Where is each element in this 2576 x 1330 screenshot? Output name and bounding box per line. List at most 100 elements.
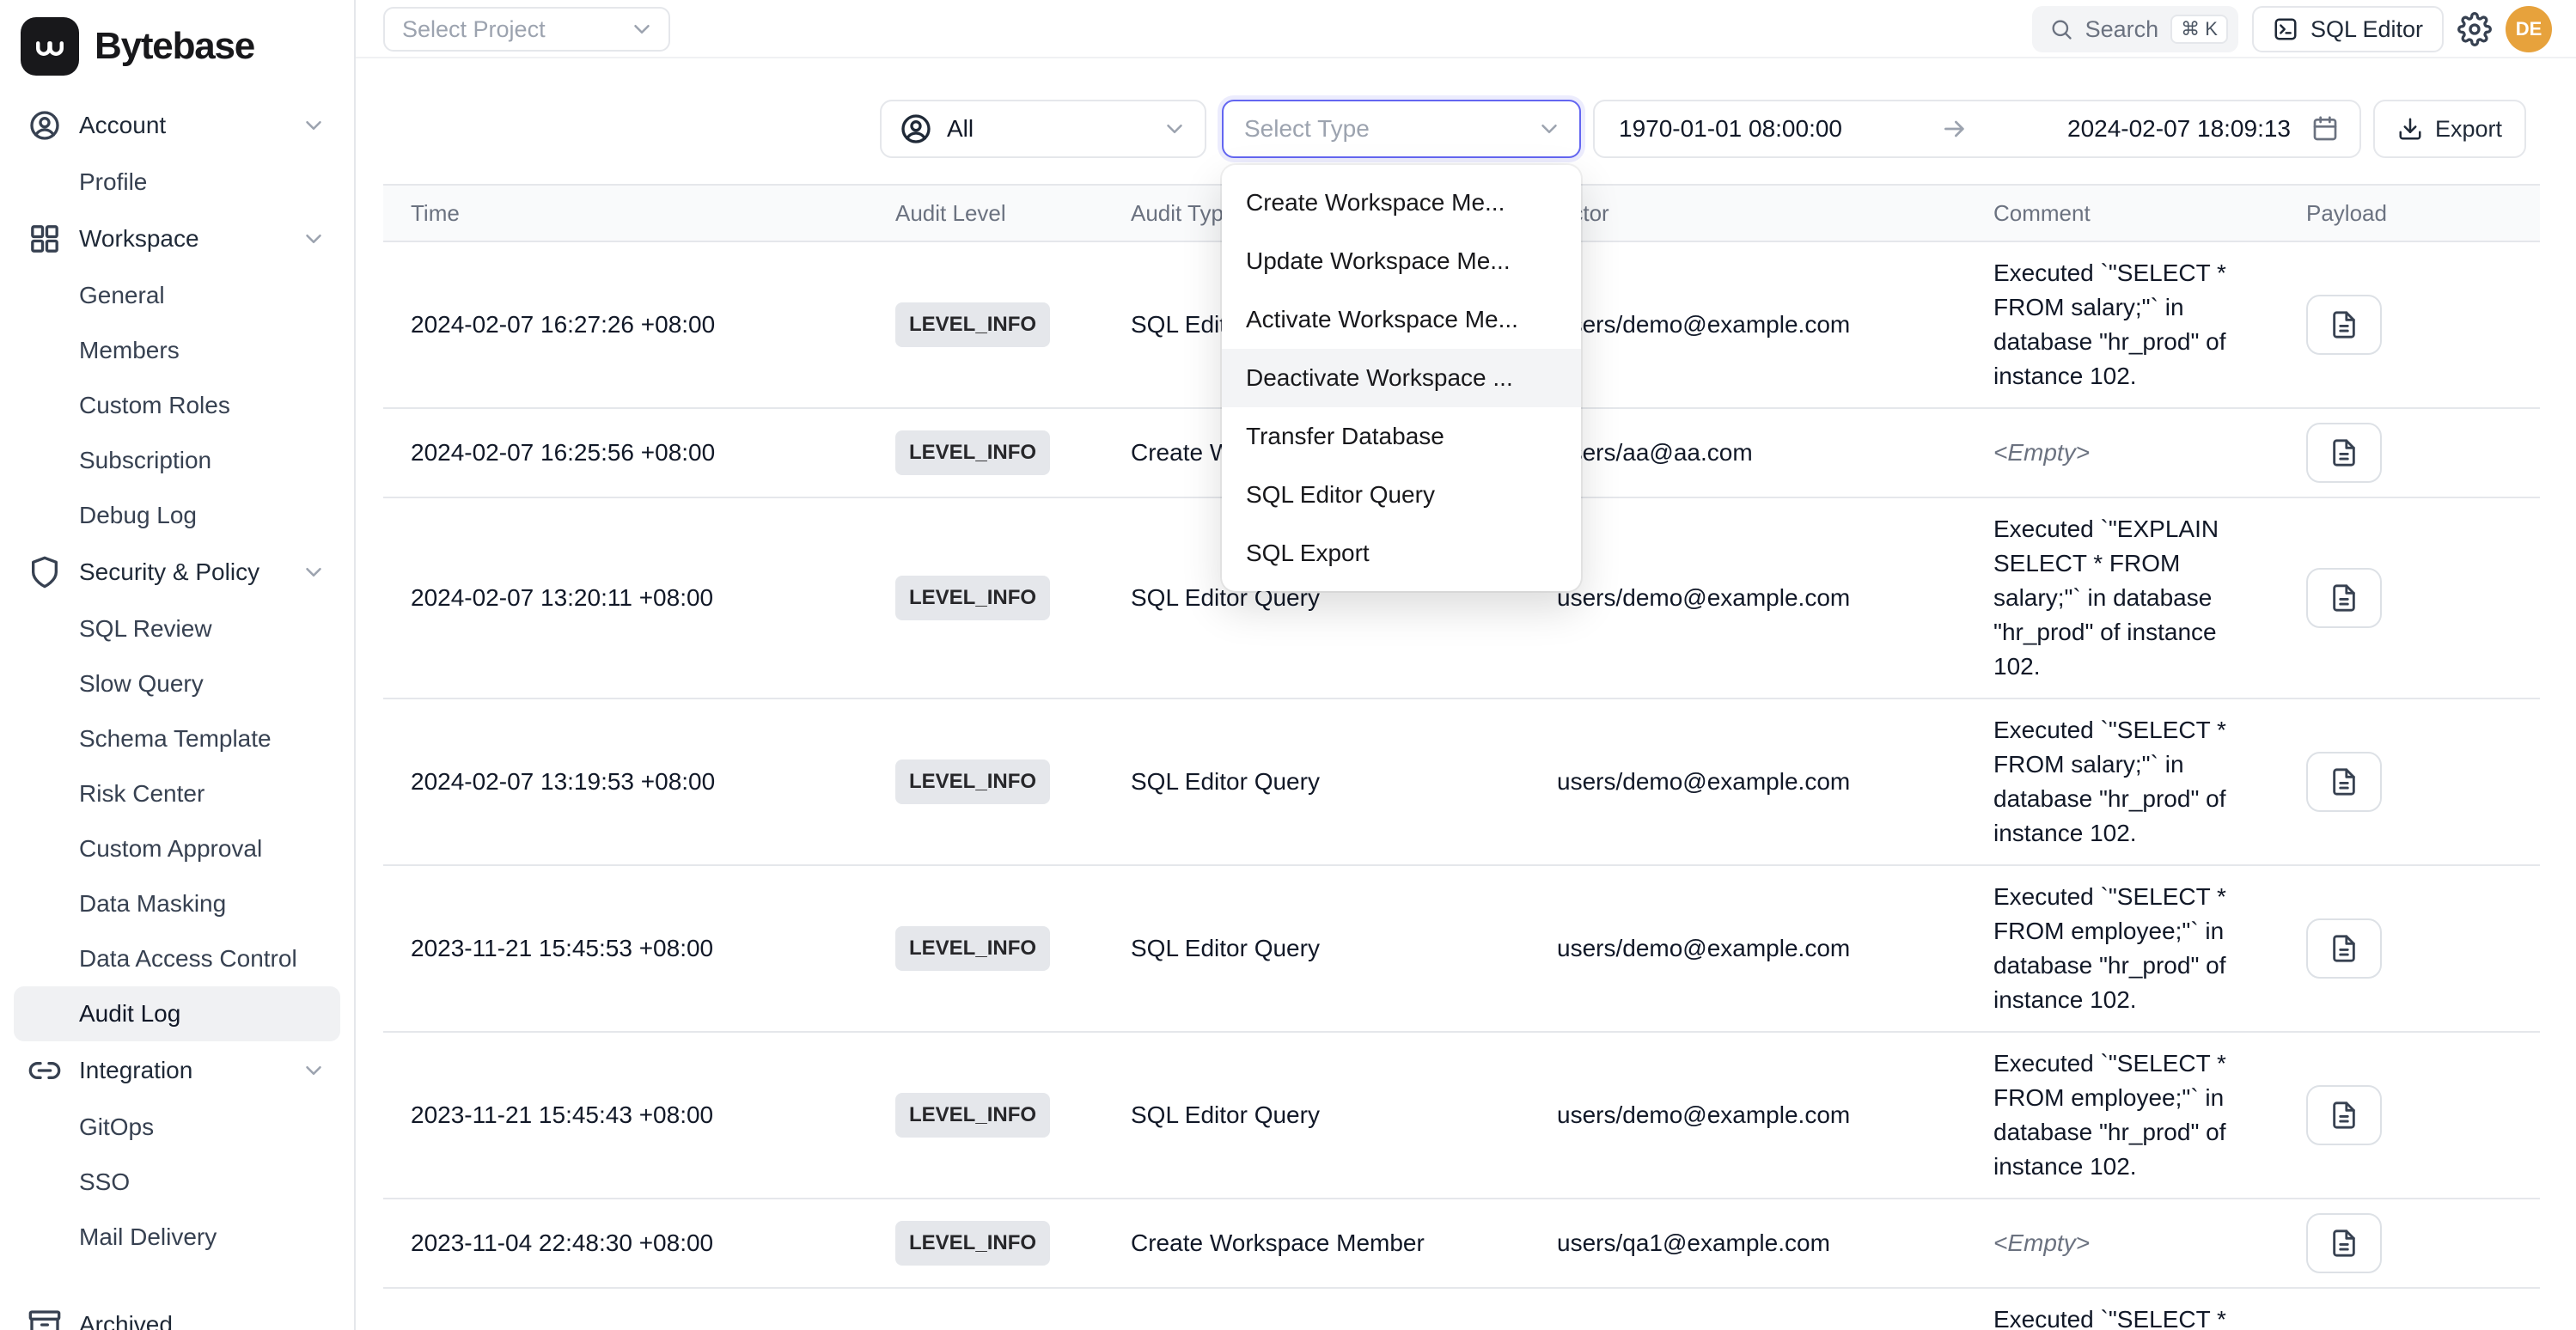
calendar-icon [2311, 115, 2339, 143]
sidebar-item-debug-log[interactable]: Debug Log [14, 488, 340, 543]
user-avatar[interactable]: DE [2506, 6, 2552, 52]
chevron-down-icon [1162, 116, 1187, 142]
sql-editor-label: SQL Editor [2310, 16, 2423, 43]
cell-time: 2024-02-07 13:20:11 +08:00 [383, 567, 868, 629]
payload-button[interactable] [2306, 568, 2382, 628]
audit-level-badge: LEVEL_INFO [895, 430, 1050, 475]
cell-actor: users/demo@example.com [1529, 751, 1966, 813]
payload-button[interactable] [2306, 295, 2382, 355]
settings-gear-button[interactable] [2457, 12, 2492, 46]
cell-comment: Executed `"SELECT * FROM employee;"` in … [1966, 1033, 2279, 1198]
arrow-right-icon [1941, 115, 1969, 143]
file-text-icon [2329, 438, 2359, 467]
actor-filter-select[interactable]: All [880, 100, 1206, 158]
search-label: Search [2085, 16, 2159, 43]
topbar-actions: Search ⌘ K SQL Editor DE [2032, 5, 2552, 53]
download-icon [2397, 116, 2423, 142]
sidebar-item-archived[interactable]: Archived [14, 1296, 340, 1330]
chevron-down-icon [301, 1058, 327, 1083]
cell-time: 2024-02-07 13:19:53 +08:00 [383, 751, 868, 813]
sidebar-item-custom-approval[interactable]: Custom Approval [14, 821, 340, 876]
type-filter-placeholder: Select Type [1244, 115, 1370, 143]
dropdown-item-deactivate-workspace-member[interactable]: Deactivate Workspace ... [1222, 349, 1581, 407]
payload-button[interactable] [2306, 423, 2382, 483]
cell-time: 2024-02-07 16:25:56 +08:00 [383, 422, 868, 484]
sidebar-item-slow-query[interactable]: Slow Query [14, 656, 340, 711]
date-range-picker[interactable]: 1970-01-01 08:00:00 2024-02-07 18:09:13 [1593, 100, 2361, 158]
sidebar-item-gitops[interactable]: GitOps [14, 1100, 340, 1155]
file-text-icon [2329, 583, 2359, 613]
sidebar-item-sso[interactable]: SSO [14, 1155, 340, 1210]
sidebar-item-members[interactable]: Members [14, 323, 340, 378]
payload-button[interactable] [2306, 918, 2382, 979]
terminal-icon [2273, 16, 2298, 42]
sidebar-item-subscription[interactable]: Subscription [14, 433, 340, 488]
brand-logo[interactable]: Bytebase [0, 0, 354, 89]
topbar: Select Project Search ⌘ K SQL Editor DE [356, 0, 2576, 58]
cell-comment: <Empty> [1966, 1212, 2279, 1274]
cell-time: 2023-11-21 15:45:53 +08:00 [383, 918, 868, 979]
sidebar-item-audit-log[interactable]: Audit Log [14, 986, 340, 1041]
chevron-down-icon [301, 226, 327, 252]
payload-button[interactable] [2306, 1213, 2382, 1273]
sql-editor-button[interactable]: SQL Editor [2252, 6, 2444, 52]
dropdown-item-transfer-database[interactable]: Transfer Database [1222, 407, 1581, 466]
sidebar-section-workspace[interactable]: Workspace [14, 210, 340, 268]
date-to-value: 2024-02-07 18:09:13 [2067, 115, 2291, 143]
sidebar-item-sql-review[interactable]: SQL Review [14, 601, 340, 656]
cell-actor: users/qa1@example.com [1529, 1212, 1966, 1274]
table-row: 2023-11-04 21:26:34 +08:00 LEVEL_INFO SQ… [383, 1289, 2540, 1330]
dropdown-item-update-workspace-member[interactable]: Update Workspace Me... [1222, 232, 1581, 290]
type-filter-select[interactable]: Select Type [1222, 100, 1581, 158]
sidebar-section-integration[interactable]: Integration [14, 1041, 340, 1100]
cell-time: 2023-11-21 15:45:43 +08:00 [383, 1084, 868, 1146]
cell-comment: Executed `"EXPLAIN SELECT * FROM salary;… [1966, 498, 2279, 698]
project-select[interactable]: Select Project [383, 7, 670, 52]
gear-icon [2457, 12, 2492, 46]
sidebar-section-account[interactable]: Account [14, 96, 340, 155]
sidebar-item-mail-delivery[interactable]: Mail Delivery [14, 1210, 340, 1265]
archive-icon [27, 1308, 62, 1330]
sidebar-item-profile[interactable]: Profile [14, 155, 340, 210]
sidebar-section-security-policy[interactable]: Security & Policy [14, 543, 340, 601]
column-header-comment: Comment [1966, 200, 2279, 227]
sidebar-section-label: Account [79, 112, 166, 139]
payload-button[interactable] [2306, 1085, 2382, 1145]
sidebar-item-risk-center[interactable]: Risk Center [14, 766, 340, 821]
export-button[interactable]: Export [2373, 100, 2526, 158]
cell-audit-type: SQL Editor Query [1103, 1084, 1529, 1146]
sidebar-item-data-masking[interactable]: Data Masking [14, 876, 340, 931]
table-row: 2024-02-07 13:19:53 +08:00 LEVEL_INFO SQ… [383, 699, 2540, 866]
main-area: Select Project Search ⌘ K SQL Editor DE [356, 0, 2576, 1330]
audit-level-badge: LEVEL_INFO [895, 1221, 1050, 1266]
sidebar-item-schema-template[interactable]: Schema Template [14, 711, 340, 766]
dropdown-item-sql-editor-query[interactable]: SQL Editor Query [1222, 466, 1581, 524]
chevron-down-icon [629, 16, 655, 42]
bytebase-logo-icon [21, 17, 79, 76]
cell-comment: Executed `"SELECT * FROM employee;"` in … [1966, 866, 2279, 1031]
sidebar-item-custom-roles[interactable]: Custom Roles [14, 378, 340, 433]
search-input[interactable]: Search ⌘ K [2032, 6, 2238, 52]
sidebar-item-label: Archived [79, 1311, 173, 1330]
sidebar-item-data-access-control[interactable]: Data Access Control [14, 931, 340, 986]
chevron-down-icon [1536, 116, 1562, 142]
cell-actor: users/demo@example.com [1529, 567, 1966, 629]
column-header-actor: Actor [1529, 200, 1966, 227]
cell-comment: Executed `"SELECT * FROM department;"` i… [1966, 1289, 2279, 1330]
file-text-icon [2329, 310, 2359, 339]
column-header-time: Time [383, 200, 868, 227]
dropdown-item-activate-workspace-member[interactable]: Activate Workspace Me... [1222, 290, 1581, 349]
file-text-icon [2329, 934, 2359, 963]
payload-button[interactable] [2306, 752, 2382, 812]
table-row: 2023-11-04 22:48:30 +08:00 LEVEL_INFO Cr… [383, 1199, 2540, 1289]
search-icon [2049, 17, 2073, 41]
chevron-down-icon [301, 113, 327, 138]
type-filter-dropdown-menu: Create Workspace Me... Update Workspace … [1222, 165, 1581, 591]
dropdown-item-sql-export[interactable]: SQL Export [1222, 524, 1581, 583]
export-label: Export [2435, 116, 2502, 143]
dropdown-item-create-workspace-member[interactable]: Create Workspace Me... [1222, 174, 1581, 232]
column-header-audit-level: Audit Level [868, 200, 1103, 227]
date-from-value: 1970-01-01 08:00:00 [1619, 115, 1842, 143]
search-shortcut-badge: ⌘ K [2170, 15, 2228, 44]
sidebar-item-general[interactable]: General [14, 268, 340, 323]
